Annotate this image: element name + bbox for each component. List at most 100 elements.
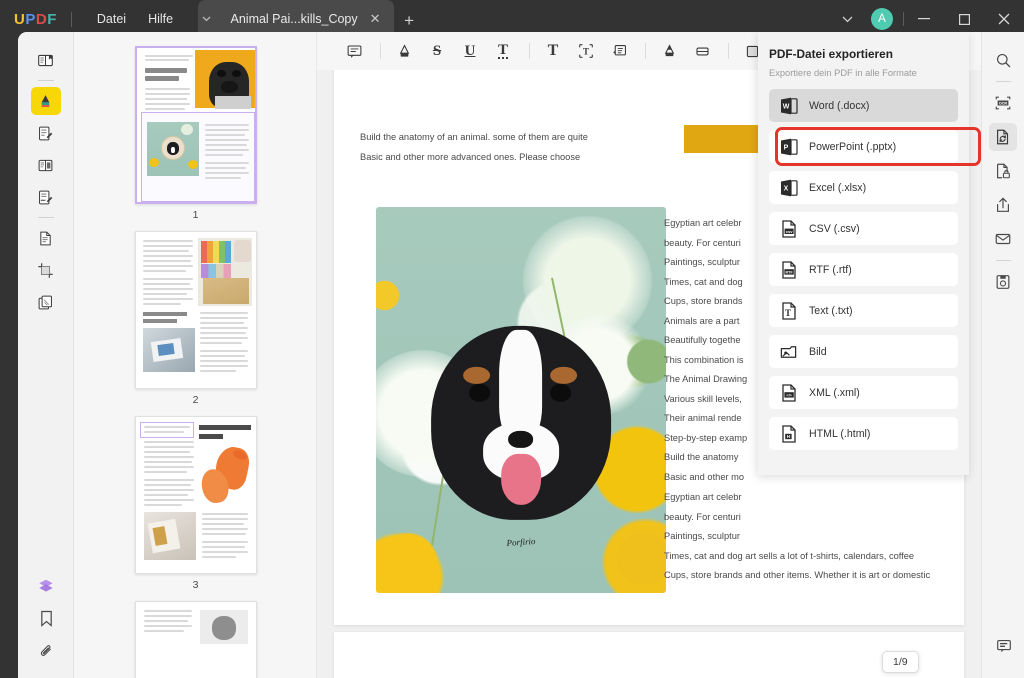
batch-icon[interactable] [31,288,61,316]
doc-line: Basic and other more advanced ones. Plea… [360,151,581,162]
highlight-icon[interactable] [389,38,419,65]
export-format-rtf[interactable]: RTF RTF (.rtf) [769,253,958,286]
tab-dropdown-caret-icon[interactable] [202,16,224,22]
word-icon: W [779,95,798,116]
thumbnail-number: 2 [192,394,199,406]
underline-icon[interactable]: U [455,38,485,65]
updf-window: UPDF Datei Hilfe Animal Pai...kills_Copy… [0,0,1024,678]
tab-close-icon[interactable]: ✕ [364,11,386,27]
titlebar-divider [70,11,72,27]
rail-divider-2 [37,217,54,218]
rtf-icon: RTF [779,259,798,280]
export-format-word[interactable]: W Word (.docx) [769,89,958,122]
thumbnail-panel[interactable]: 1 2 3 [74,32,317,678]
sticky-note-icon[interactable] [604,38,634,65]
text-icon[interactable]: T [538,38,568,65]
thumbnail-page-4[interactable]: 4 [74,601,316,678]
edit-pdf-icon[interactable] [31,119,61,147]
dog-illustration [431,326,611,521]
convert-export-icon[interactable] [989,123,1017,151]
crop-icon[interactable] [31,256,61,284]
doc-line: beauty. For centuri [664,511,741,522]
thumbnail-page-2[interactable]: 2 [74,231,316,406]
layers-icon[interactable] [31,572,61,600]
image-file-icon [779,341,798,362]
export-panel-title: PDF-Datei exportieren [769,47,893,61]
export-format-text[interactable]: T Text (.txt) [769,294,958,327]
export-format-label: PowerPoint (.pptx) [809,140,897,153]
document-tab-title: Animal Pai...kills_Copy [230,12,358,26]
textbox-icon[interactable]: T [571,38,601,65]
export-format-label: XML (.xml) [809,386,860,399]
doc-line: Cups, store brands [664,296,743,306]
toolbar-divider-3 [645,43,646,59]
search-icon[interactable] [989,46,1017,74]
left-tool-rail [18,32,74,678]
doc-line: Times, cat and dog art sells a lot of t-… [664,550,915,561]
thumbnail-preview[interactable] [134,231,257,389]
svg-text:csv: csv [785,228,792,233]
export-format-excel[interactable]: X Excel (.xlsx) [769,171,958,204]
pencil-icon[interactable] [654,38,684,65]
text-file-icon: T [779,300,798,321]
annotate-highlighter-icon[interactable] [30,87,61,115]
export-format-html[interactable]: H HTML (.html) [769,417,958,450]
eraser-icon[interactable] [687,38,717,65]
doc-line: The Animal Drawing [664,374,748,384]
thumbnail-page-3[interactable]: 3 [74,416,316,591]
email-icon[interactable] [989,225,1017,253]
strikethrough-icon[interactable]: S [422,38,452,65]
export-format-image[interactable]: Bild [769,335,958,368]
attachment-icon[interactable] [31,636,61,664]
doc-line: Paintings, sculptur [664,531,740,541]
doc-line: Beautifully togethe [664,335,741,345]
thumbnail-number: 3 [192,579,199,591]
doc-line: Build the anatomy of an animal. some of … [360,132,588,142]
page-tool-icon[interactable] [31,224,61,252]
rail-divider-1 [37,80,54,81]
menu-datei[interactable]: Datei [86,8,137,30]
export-panel-subtitle: Exportiere dein PDF in alle Formate [769,68,917,78]
fill-sign-icon[interactable] [31,183,61,211]
menu-hilfe[interactable]: Hilfe [137,8,184,30]
thumbnail-preview[interactable] [134,416,257,574]
svg-text:</>: </> [786,393,791,397]
doc-line: Cups, store brands and other items. Whet… [664,570,931,580]
ocr-icon[interactable]: OCR [989,89,1017,117]
bookmark-icon[interactable] [31,604,61,632]
avatar[interactable]: A [871,8,893,30]
toolbar-divider-1 [380,43,381,59]
chevron-down-icon[interactable] [833,6,861,32]
export-format-powerpoint[interactable]: P PowerPoint (.pptx) [769,130,958,163]
share-icon[interactable] [989,191,1017,219]
reader-icon[interactable] [31,46,61,74]
thumbnail-preview[interactable] [134,601,257,678]
html-icon: H [779,423,798,444]
doc-line: Basic and other mo [664,471,745,482]
svg-text:RTF: RTF [785,270,793,274]
xml-icon: </> [779,382,798,403]
svg-text:H: H [786,434,789,439]
export-format-csv[interactable]: csv CSV (.csv) [769,212,958,245]
page-indicator: 1/9 [882,651,919,673]
doc-line: Paintings, sculptur [664,257,740,267]
powerpoint-icon: P [779,136,798,157]
export-format-label: Excel (.xlsx) [809,181,867,194]
export-format-xml[interactable]: </> XML (.xml) [769,376,958,409]
doc-line: Egyptian art celebr [664,218,742,228]
svg-text:OCR: OCR [999,101,1008,105]
export-format-label: Text (.txt) [809,304,853,317]
organize-pages-icon[interactable] [31,151,61,179]
export-format-label: Word (.docx) [809,99,870,112]
thumbnail-page-1[interactable]: 1 [74,46,316,221]
photo-signature: Porfirio [506,535,536,548]
support-chat-icon[interactable] [990,632,1018,660]
new-tab-button[interactable]: + [394,12,424,29]
squiggly-icon[interactable]: T [488,38,518,65]
save-as-icon[interactable] [989,268,1017,296]
csv-icon: csv [779,218,798,239]
thumbnail-preview[interactable] [134,46,257,204]
protect-icon[interactable] [989,157,1017,185]
right-rail-bottom [982,626,1024,666]
comment-icon[interactable] [339,38,369,65]
